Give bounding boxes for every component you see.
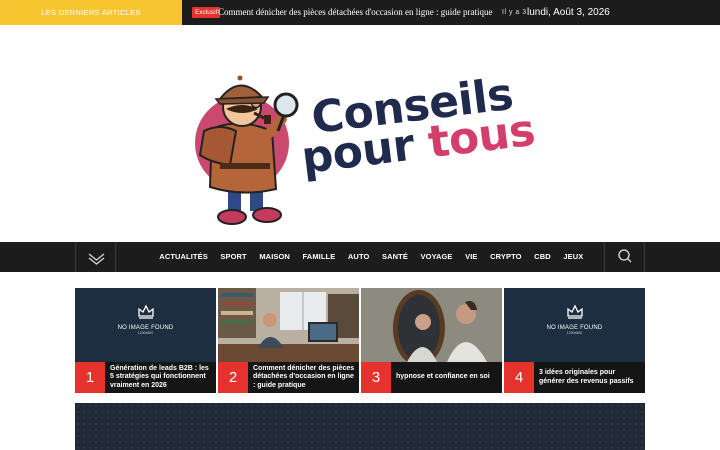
crown-icon	[566, 304, 583, 319]
card-image-man-mirror	[361, 288, 502, 362]
no-image-size: 1200x800	[137, 331, 154, 335]
featured-card-1[interactable]: NO IMAGE FOUND 1200x800 1 Génération de …	[75, 288, 216, 393]
ticker-time-ago: Il y a 3	[502, 9, 527, 16]
card-image-office-desk	[218, 288, 359, 362]
nav-item-jeux[interactable]: JEUX	[557, 242, 590, 272]
card-number: 3	[361, 362, 391, 393]
search-button[interactable]	[604, 242, 645, 272]
card-number: 1	[75, 362, 105, 393]
nav-item-voyage[interactable]: VOYAGE	[414, 242, 459, 272]
nav-item-famille[interactable]: FAMILLE	[296, 242, 341, 272]
card-number: 4	[504, 362, 534, 393]
featured-card-2[interactable]: 2 Comment dénicher des pièces détachées …	[218, 288, 359, 393]
current-date: lundi, Août 3, 2026	[527, 7, 610, 18]
card-title-link[interactable]: hypnose et confiance en soi	[396, 362, 499, 393]
nav-item-crypto[interactable]: CRYPTO	[484, 242, 528, 272]
nav-menu: ACTUALITÉS SPORT MAISON FAMILLE AUTO SAN…	[153, 242, 590, 272]
nav-item-sport[interactable]: SPORT	[214, 242, 253, 272]
nav-item-maison[interactable]: MAISON	[253, 242, 296, 272]
no-image-placeholder: NO IMAGE FOUND 1200x800	[75, 302, 216, 335]
card-title-link[interactable]: Comment dénicher des pièces détachées d'…	[253, 362, 356, 393]
nav-item-auto[interactable]: AUTO	[342, 242, 376, 272]
card-title-link[interactable]: Génération de leads B2B : les 5 stratégi…	[110, 362, 213, 393]
dark-banner-section	[75, 403, 645, 450]
no-image-placeholder: NO IMAGE FOUND 1200x800	[504, 302, 645, 335]
card-caption: 1 Génération de leads B2B : les 5 straté…	[75, 362, 216, 393]
card-caption: 2 Comment dénicher des pièces détachées …	[218, 362, 359, 393]
menu-toggle-button[interactable]	[75, 242, 116, 272]
site-header: Conseils pour tous	[0, 25, 720, 242]
nav-item-sante[interactable]: SANTÉ	[376, 242, 415, 272]
main-navigation: ACTUALITÉS SPORT MAISON FAMILLE AUTO SAN…	[0, 242, 720, 272]
exclusive-badge: Exclusif	[192, 7, 221, 18]
latest-articles-label: LES DERNIERS ARTICLES	[0, 0, 182, 25]
detective-mascot-logo	[195, 75, 299, 225]
nav-item-cbd[interactable]: CBD	[528, 242, 557, 272]
featured-posts: NO IMAGE FOUND 1200x800 1 Génération de …	[75, 288, 645, 393]
ticker-headline-link[interactable]: Comment dénicher des pièces détachées d'…	[218, 0, 493, 25]
nav-item-vie[interactable]: VIE	[459, 242, 484, 272]
card-caption: 3 hypnose et confiance en soi	[361, 362, 502, 393]
card-number: 2	[218, 362, 248, 393]
featured-card-3[interactable]: 3 hypnose et confiance en soi	[361, 288, 502, 393]
card-caption: 4 3 idées originales pour générer des re…	[504, 362, 645, 393]
featured-card-4[interactable]: NO IMAGE FOUND 1200x800 4 3 idées origin…	[504, 288, 645, 393]
card-title-link[interactable]: 3 idées originales pour générer des reve…	[539, 362, 642, 393]
no-image-size: 1200x800	[566, 331, 583, 335]
search-icon	[618, 249, 632, 263]
nav-item-actualites[interactable]: ACTUALITÉS	[153, 242, 214, 272]
top-bar: LES DERNIERS ARTICLES Exclusif Comment d…	[0, 0, 720, 25]
crown-icon	[137, 304, 154, 319]
chevron-down-icon	[88, 253, 105, 265]
